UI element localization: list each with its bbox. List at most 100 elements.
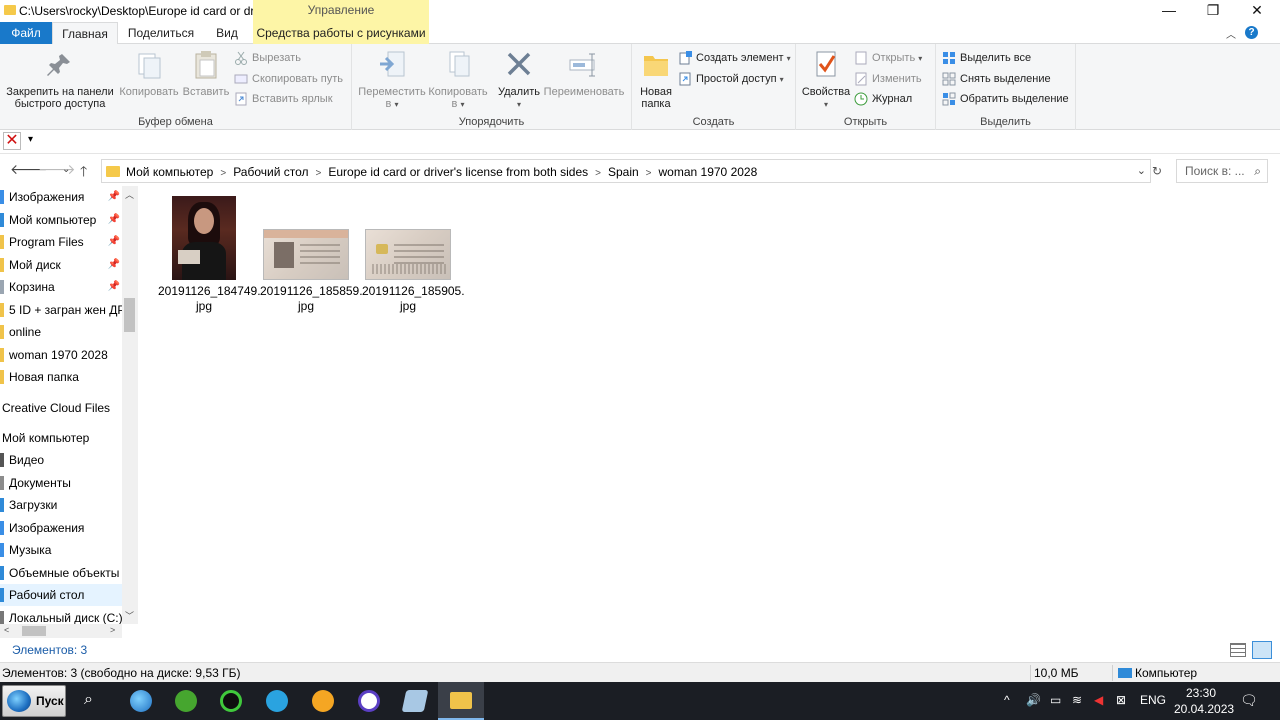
- nav-item-pc[interactable]: Загрузки: [0, 494, 122, 516]
- tab-picture-tools[interactable]: Средства работы с рисунками: [253, 22, 429, 44]
- wifi-icon[interactable]: ≋: [1072, 693, 1082, 707]
- edit-button[interactable]: Изменить: [854, 70, 922, 88]
- nav-vertical-scrollbar[interactable]: ︿ ﹀: [122, 186, 138, 624]
- utorrent-icon[interactable]: [175, 690, 197, 712]
- details-view-icon[interactable]: [1230, 643, 1246, 657]
- properties-button[interactable]: Свойства ▾: [800, 48, 852, 111]
- search-icon[interactable]: ⌕: [84, 691, 93, 709]
- help-icon[interactable]: ?: [1245, 26, 1258, 39]
- messenger-icon[interactable]: [312, 690, 334, 712]
- pin-icon[interactable]: 📌: [108, 254, 120, 276]
- notepad-icon[interactable]: [401, 690, 429, 712]
- pin-icon[interactable]: 📌: [108, 209, 120, 231]
- file-item[interactable]: 20191126_185905. jpg: [362, 194, 465, 314]
- address-bar[interactable]: Мой компьютер > Рабочий стол > Europe id car…: [101, 159, 1151, 183]
- invert-selection-button[interactable]: Обратить выделение: [942, 90, 1069, 108]
- nav-item-quick[interactable]: Корзина 📌: [0, 276, 122, 298]
- tab-file[interactable]: Файл: [0, 22, 52, 44]
- pin-quick-access-button[interactable]: Закрепить на панели быстрого доступа: [4, 48, 116, 110]
- nav-horizontal-scrollbar[interactable]: < >: [0, 624, 122, 638]
- crumb-separator-icon[interactable]: >: [220, 168, 226, 179]
- nav-item-quick[interactable]: online: [0, 321, 122, 343]
- crumb-separator-icon[interactable]: >: [316, 168, 322, 179]
- move-to-button[interactable]: Переместить в ▾: [356, 48, 428, 111]
- paste-button[interactable]: Вставить: [180, 48, 232, 98]
- crumb-my-computer[interactable]: Мой компьютер: [126, 165, 213, 179]
- nav-item-pc[interactable]: Видео: [0, 449, 122, 471]
- language-indicator[interactable]: ENG: [1140, 693, 1166, 707]
- scroll-thumb[interactable]: [124, 298, 135, 332]
- crumb-separator-icon[interactable]: >: [646, 168, 652, 179]
- easy-access-button[interactable]: Простой доступ ▾: [678, 70, 784, 88]
- customize-toolbar-dropdown-icon[interactable]: ▾: [28, 134, 33, 145]
- chevron-up-icon[interactable]: ︿: [1226, 26, 1236, 41]
- mute-icon[interactable]: ◀: [1094, 693, 1103, 707]
- new-item-button[interactable]: Создать элемент ▾: [678, 49, 791, 67]
- telegram-icon[interactable]: [266, 690, 288, 712]
- nav-creative-cloud[interactable]: Creative Cloud Files: [2, 397, 110, 419]
- nav-item-pc[interactable]: Музыка: [0, 539, 122, 561]
- scroll-right-icon[interactable]: >: [110, 625, 115, 635]
- tab-view[interactable]: Вид: [204, 22, 250, 44]
- paste-shortcut-button[interactable]: Вставить ярлык: [234, 90, 333, 108]
- scroll-left-icon[interactable]: <: [4, 625, 9, 635]
- pin-icon[interactable]: 📌: [108, 231, 120, 253]
- file-item[interactable]: 20191126_184749. jpg: [158, 194, 261, 314]
- crumb-desktop[interactable]: Рабочий стол: [233, 165, 308, 179]
- crumb-spain[interactable]: Spain: [608, 165, 639, 179]
- nav-item-quick[interactable]: Program Files 📌: [0, 231, 122, 253]
- tab-home[interactable]: Главная: [52, 22, 118, 45]
- large-icons-view-icon[interactable]: [1252, 641, 1272, 659]
- search-input[interactable]: Поиск в: ... ⌕: [1176, 159, 1268, 183]
- nav-item-quick[interactable]: Мой диск 📌: [0, 254, 122, 276]
- cut-button[interactable]: Вырезать: [234, 49, 301, 67]
- crumb-separator-icon[interactable]: >: [595, 168, 601, 179]
- battery-icon[interactable]: ▭: [1050, 693, 1061, 707]
- minimize-button[interactable]: —: [1146, 0, 1192, 22]
- action-center-icon[interactable]: 🗨: [1240, 692, 1258, 709]
- copy-path-button[interactable]: Скопировать путь: [234, 70, 343, 88]
- app-icon[interactable]: [358, 690, 380, 712]
- tab-share[interactable]: Поделиться: [118, 22, 204, 44]
- up-arrow-icon[interactable]: 🡑: [80, 161, 87, 185]
- delete-red-x-icon[interactable]: ✕: [3, 132, 21, 150]
- volume-icon[interactable]: 🔊: [1026, 693, 1041, 707]
- nav-item-quick[interactable]: Новая папка: [0, 366, 122, 388]
- internet-explorer-icon[interactable]: [130, 690, 152, 712]
- nav-item-pc[interactable]: Документы: [0, 472, 122, 494]
- nav-item-quick[interactable]: woman 1970 2028: [0, 344, 122, 366]
- nav-item-quick[interactable]: 5 ID + загран жен ДРС: [0, 299, 134, 321]
- nav-item-pc[interactable]: Объемные объекты: [0, 562, 122, 584]
- crumb-europe-folder[interactable]: Europe id card or driver's license from …: [328, 165, 588, 179]
- clock-time[interactable]: 23:30: [1186, 686, 1216, 700]
- nav-item-quick[interactable]: Изображения 📌: [0, 186, 122, 208]
- show-hidden-icons-icon[interactable]: ^: [1004, 693, 1010, 707]
- start-button[interactable]: Пуск: [2, 685, 66, 717]
- delete-button[interactable]: Удалить ▾: [496, 48, 542, 111]
- file-item[interactable]: 20191126_185859. jpg: [260, 194, 363, 314]
- nav-item-quick[interactable]: Мой компьютер 📌: [0, 209, 122, 231]
- new-folder-button[interactable]: Новая папка: [636, 48, 676, 110]
- pin-icon[interactable]: 📌: [108, 186, 120, 208]
- nav-my-computer[interactable]: Мой компьютер: [2, 427, 89, 449]
- restore-button[interactable]: ❐: [1190, 0, 1236, 22]
- nav-item-pc[interactable]: Изображения: [0, 517, 122, 539]
- recent-locations-chevron-icon[interactable]: ⌄: [62, 164, 70, 175]
- nav-item-pc[interactable]: Рабочий стол: [0, 584, 122, 606]
- clock-date[interactable]: 20.04.2023: [1174, 702, 1234, 716]
- select-none-button[interactable]: Снять выделение: [942, 70, 1051, 88]
- copy-to-button[interactable]: Копировать в ▾: [426, 48, 490, 111]
- scroll-down-icon[interactable]: ﹀: [125, 609, 134, 622]
- pin-icon[interactable]: 📌: [108, 276, 120, 298]
- history-button[interactable]: Журнал: [854, 90, 912, 108]
- refresh-icon[interactable]: ↻: [1152, 164, 1162, 178]
- crumb-current-folder[interactable]: woman 1970 2028: [659, 165, 758, 179]
- open-button[interactable]: Открыть ▾: [854, 49, 922, 67]
- notification-app-icon[interactable]: ⊠: [1116, 693, 1126, 707]
- copy-button[interactable]: Копировать: [118, 48, 180, 98]
- address-dropdown-icon[interactable]: ⌄: [1137, 164, 1146, 177]
- select-all-button[interactable]: Выделить все: [942, 49, 1031, 67]
- rename-button[interactable]: Переименовать: [542, 48, 626, 98]
- scroll-thumb[interactable]: [22, 626, 46, 636]
- file-explorer-taskbar-button[interactable]: [438, 682, 484, 720]
